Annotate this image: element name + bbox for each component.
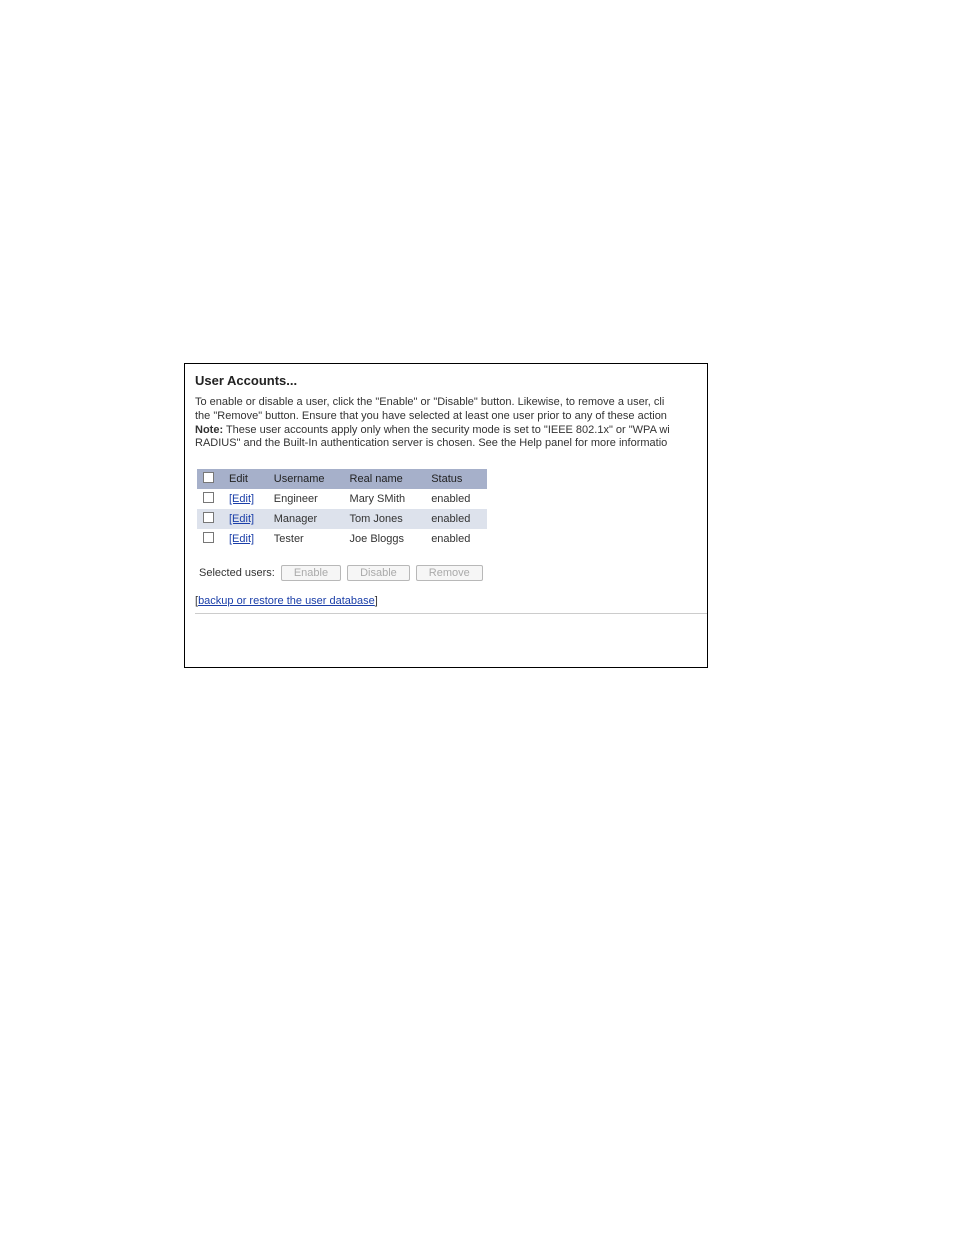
table-row: [Edit] Tester Joe Bloggs enabled: [197, 529, 487, 549]
edit-link[interactable]: [Edit]: [229, 493, 254, 505]
header-username: Username: [268, 469, 344, 489]
panel-title: User Accounts...: [195, 373, 697, 388]
desc-line-1: To enable or disable a user, click the "…: [195, 396, 664, 408]
header-edit: Edit: [223, 469, 268, 489]
desc-line-4: RADIUS" and the Built-In authentication …: [195, 437, 667, 449]
cell-username: Manager: [268, 509, 344, 529]
cell-status: enabled: [425, 509, 487, 529]
table-row: [Edit] Manager Tom Jones enabled: [197, 509, 487, 529]
header-realname: Real name: [344, 469, 426, 489]
edit-link[interactable]: [Edit]: [229, 513, 254, 525]
remove-button[interactable]: Remove: [416, 565, 483, 581]
cell-username: Tester: [268, 529, 344, 549]
table-row: [Edit] Engineer Mary SMith enabled: [197, 489, 487, 509]
enable-button[interactable]: Enable: [281, 565, 341, 581]
cell-realname: Joe Bloggs: [344, 529, 426, 549]
cell-status: enabled: [425, 489, 487, 509]
note-label: Note:: [195, 424, 223, 436]
desc-line-2: the "Remove" button. Ensure that you hav…: [195, 410, 667, 422]
table-header-row: Edit Username Real name Status: [197, 469, 487, 489]
backup-restore-row: [backup or restore the user database]: [195, 595, 697, 607]
backup-restore-link[interactable]: backup or restore the user database: [198, 595, 375, 607]
header-checkbox-cell: [197, 469, 223, 489]
row-checkbox[interactable]: [203, 492, 214, 503]
row-checkbox[interactable]: [203, 512, 214, 523]
disable-button[interactable]: Disable: [347, 565, 410, 581]
user-accounts-table: Edit Username Real name Status [Edit] En…: [197, 469, 487, 549]
row-checkbox[interactable]: [203, 532, 214, 543]
cell-realname: Mary SMith: [344, 489, 426, 509]
cell-realname: Tom Jones: [344, 509, 426, 529]
selected-users-row: Selected users: Enable Disable Remove: [199, 565, 697, 581]
user-accounts-panel: User Accounts... To enable or disable a …: [184, 363, 708, 668]
header-status: Status: [425, 469, 487, 489]
selected-users-label: Selected users:: [199, 567, 275, 579]
desc-line-3: These user accounts apply only when the …: [223, 424, 670, 436]
bracket-close: ]: [375, 595, 378, 607]
select-all-checkbox[interactable]: [203, 472, 214, 483]
cell-status: enabled: [425, 529, 487, 549]
divider: [195, 613, 708, 614]
edit-link[interactable]: [Edit]: [229, 533, 254, 545]
panel-description: To enable or disable a user, click the "…: [195, 396, 697, 451]
cell-username: Engineer: [268, 489, 344, 509]
